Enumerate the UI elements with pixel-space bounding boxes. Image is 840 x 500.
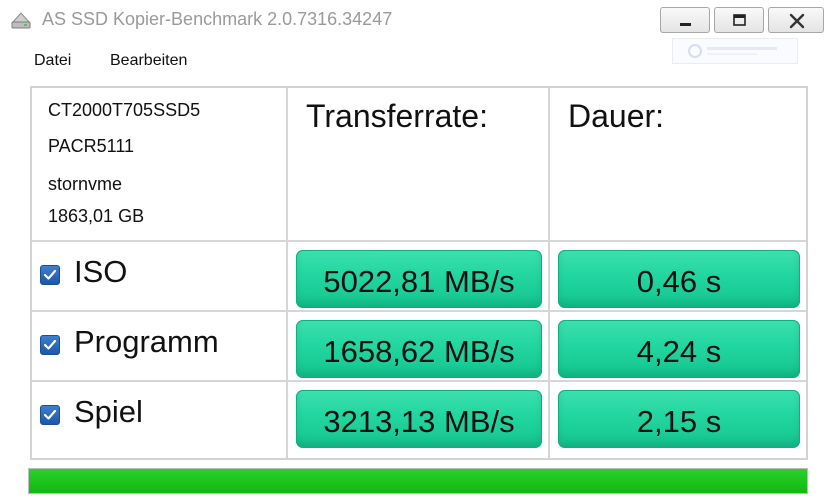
title-bar[interactable]: AS SSD Kopier-Benchmark 2.0.7316.34247 (0, 0, 840, 42)
duration-value-iso: 0,46 s (636, 264, 722, 299)
menu-datei[interactable]: Datei (34, 52, 71, 70)
menu-bearbeiten[interactable]: Bearbeiten (110, 52, 187, 70)
transfer-result-spiel: 3213,13 MB/s (296, 390, 542, 448)
column-divider (286, 88, 288, 458)
transfer-result-programm: 1658,62 MB/s (296, 320, 542, 378)
close-icon (789, 13, 805, 29)
checkbox-iso[interactable] (40, 265, 60, 285)
label-spiel: Spiel (74, 394, 143, 429)
header-transferrate: Transferrate: (306, 98, 488, 134)
test-row-iso[interactable]: ISO (40, 254, 280, 294)
row-divider (32, 380, 806, 382)
row-divider (32, 310, 806, 312)
drive-icon (10, 10, 32, 30)
drive-firmware: PACR5111 (48, 136, 135, 156)
duration-result-iso: 0,46 s (558, 250, 800, 308)
drive-capacity: 1863,01 GB (48, 206, 145, 226)
window-title: AS SSD Kopier-Benchmark 2.0.7316.34247 (42, 9, 393, 29)
results-table: CT2000T705SSD5 PACR5111 stornvme 1863,01… (30, 86, 808, 460)
close-button[interactable] (768, 7, 824, 33)
transfer-result-iso: 5022,81 MB/s (296, 250, 542, 308)
watermark-logo (672, 38, 798, 64)
transfer-value-programm: 1658,62 MB/s (323, 334, 515, 369)
drive-model: CT2000T705SSD5 (48, 100, 201, 120)
app-window: AS SSD Kopier-Benchmark 2.0.7316.34247 D… (0, 0, 840, 500)
test-row-programm[interactable]: Programm (40, 324, 280, 364)
transfer-value-spiel: 3213,13 MB/s (323, 404, 515, 439)
column-divider (548, 88, 550, 458)
label-programm: Programm (74, 324, 219, 359)
maximize-button[interactable] (714, 7, 764, 33)
checkmark-icon (43, 409, 57, 420)
test-row-spiel[interactable]: Spiel (40, 394, 280, 434)
duration-result-spiel: 2,15 s (558, 390, 800, 448)
maximize-icon (733, 14, 746, 26)
row-divider (32, 240, 806, 242)
duration-value-programm: 4,24 s (636, 334, 722, 369)
checkmark-icon (43, 339, 57, 350)
minimize-button[interactable] (660, 7, 710, 33)
minimize-icon (680, 23, 691, 26)
checkbox-programm[interactable] (40, 335, 60, 355)
duration-result-programm: 4,24 s (558, 320, 800, 378)
progress-fill (29, 469, 807, 493)
transfer-value-iso: 5022,81 MB/s (323, 264, 515, 299)
duration-value-spiel: 2,15 s (636, 404, 722, 439)
checkmark-icon (43, 269, 57, 280)
progress-bar (28, 468, 808, 494)
label-iso: ISO (74, 254, 128, 289)
header-dauer: Dauer: (568, 98, 665, 134)
drive-driver: stornvme (48, 174, 123, 194)
checkbox-spiel[interactable] (40, 405, 60, 425)
